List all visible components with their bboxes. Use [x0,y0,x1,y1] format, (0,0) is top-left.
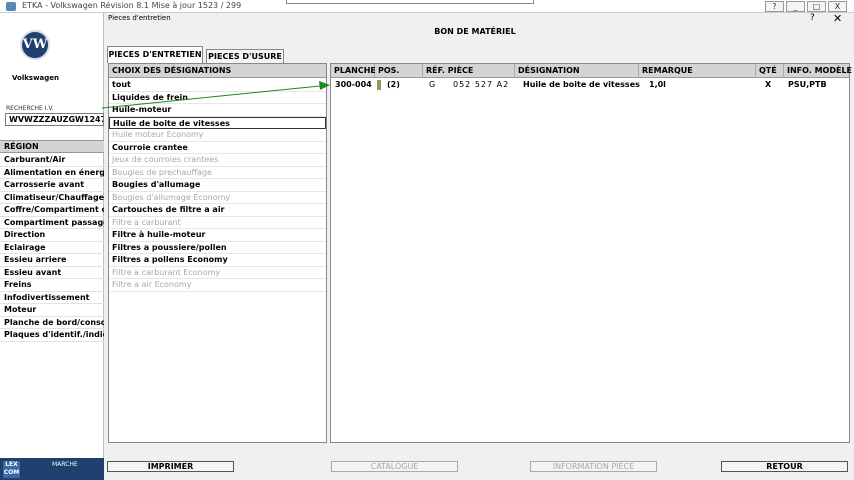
column-header-designation: DÉSIGNATION [515,64,639,78]
cell-info: PSU,PTB [788,80,827,89]
designation-item[interactable]: Courroie crantee [109,142,326,154]
cell-ref-prefix: G [429,80,436,89]
position-marker-icon [377,80,381,90]
region-item[interactable]: Coffre/Compartiment cha [0,204,104,217]
region-header: RÉGION [0,140,104,153]
designation-item[interactable]: Filtre à huile-moteur [109,229,326,242]
region-item[interactable]: Direction [0,229,104,242]
sidebar-bottom-bar: LEX COM MARCHE [0,458,104,480]
region-item[interactable]: Moteur [0,304,104,317]
column-header-info: INFO. MODÈLE [784,64,852,78]
dialog-close-icon[interactable]: ✕ [833,12,842,25]
return-button[interactable]: RETOUR [721,461,848,472]
vin-search-label: RECHERCHE I.V. [6,105,54,112]
brand-label: Volkswagen [12,74,59,82]
region-item[interactable]: Alimentation en énergie [0,167,104,179]
region-item[interactable]: Planche de bord/console [0,317,104,329]
region-item[interactable]: Freins [0,279,104,292]
volkswagen-logo-icon: VW [20,30,50,60]
designation-item[interactable]: Filtre a carburant Economy [109,267,326,279]
designation-item[interactable]: Huile de boite de vitesses [109,116,326,129]
column-header-remarque: REMARQUE [639,64,756,78]
etka-app-icon [6,2,16,11]
dialog-title: Pieces d'entretien [108,14,171,22]
sidebar: VW Volkswagen RECHERCHE I.V. WVWZZZAUZGW… [0,13,104,480]
tab-pieces-entretien[interactable]: PIECES D'ENTRETIEN [107,46,203,63]
print-button[interactable]: IMPRIMER [107,461,234,472]
designation-list: tout Liquides de frein Huile-moteur Huile d… [109,79,326,292]
designation-item[interactable]: tout [109,79,326,92]
region-list: Carburant/Air Alimentation en énergie Carr… [0,154,104,342]
column-header-planche: PLANCHE [331,64,376,78]
restore-button[interactable]: □ [807,1,826,12]
region-item[interactable]: Carburant/Air [0,154,104,167]
region-item[interactable]: Infodivertissement [0,292,104,304]
region-item[interactable]: Essieu avant [0,267,104,279]
column-header-pos: POS. [375,64,423,78]
region-item[interactable]: Eclairage [0,242,104,254]
designation-item[interactable]: Huile moteur Economy [109,129,326,142]
cell-pos: (2) [387,80,400,89]
region-item[interactable]: Carrosserie avant [0,179,104,192]
document-title: BON DE MATÉRIEL [434,27,516,36]
help-window-button[interactable]: ? [765,1,784,12]
designation-item[interactable]: Filtre a carburant [109,217,326,229]
region-item[interactable]: Climatiseur/Chauffage [0,192,104,204]
designation-item[interactable]: Bougies d'allumage [109,179,326,192]
dialog-help-button[interactable]: ? [810,13,815,23]
designation-header: CHOIX DES DÉSIGNATIONS [109,64,326,78]
column-header-ref: RÉF. PIÈCE [423,64,515,78]
region-item[interactable]: Compartiment passagers [0,217,104,229]
region-item[interactable]: Essieu arriere [0,254,104,267]
designation-item[interactable]: Filtres a poussiere/pollen [109,242,326,254]
mode-label: MARCHE [52,461,78,468]
designation-panel: CHOIX DES DÉSIGNATIONS tout Liquides de f… [108,63,327,443]
window-title: ETKA - Volkswagen Révision 8.1 Mise à jo… [22,1,242,10]
designation-item[interactable]: Filtre a air Economy [109,279,326,292]
titlebar-box [286,0,534,4]
cell-qte: X [765,80,772,89]
designation-item[interactable]: Bougies d'allumage Economy [109,192,326,204]
column-header-qte: QTÉ [756,64,784,78]
cell-remarque: 1,0l [649,80,666,89]
designation-item[interactable]: Huile-moteur [109,104,326,117]
vin-search-input[interactable]: WVWZZZAUZGW124794 [5,113,104,126]
designation-item[interactable]: Bougies de prechauffage [109,167,326,179]
main-titlebar: ETKA - Volkswagen Révision 8.1 Mise à jo… [0,0,854,13]
pieces-entretien-dialog: Pieces d'entretien ? ✕ BON DE MATÉRIEL P… [104,12,854,480]
region-item[interactable]: Plaques d'identif./indicat [0,329,104,342]
catalogue-button[interactable]: CATALOGUE [331,461,458,472]
parts-table: PLANCHE POS. RÉF. PIÈCE DÉSIGNATION REMA… [330,63,852,443]
cell-ref-number: 052 527 A2 [453,80,510,89]
tab-pieces-usure[interactable]: PIECES D'USURE [206,49,284,63]
part-info-button[interactable]: INFORMATION PIÈCE [530,461,657,472]
cell-designation: Huile de boite de vitesses [523,80,640,89]
lexcom-logo-icon: LEX COM [3,461,20,478]
designation-item[interactable]: Jeux de courroies crantees [109,154,326,167]
cell-planche[interactable]: 300-004 [335,80,372,89]
designation-item[interactable]: Liquides de frein [109,92,326,104]
minimize-button[interactable]: _ [786,1,805,12]
close-window-button[interactable]: X [828,1,847,12]
designation-item[interactable]: Cartouches de filtre a air [109,204,326,217]
designation-item[interactable]: Filtres a pollens Economy [109,254,326,267]
